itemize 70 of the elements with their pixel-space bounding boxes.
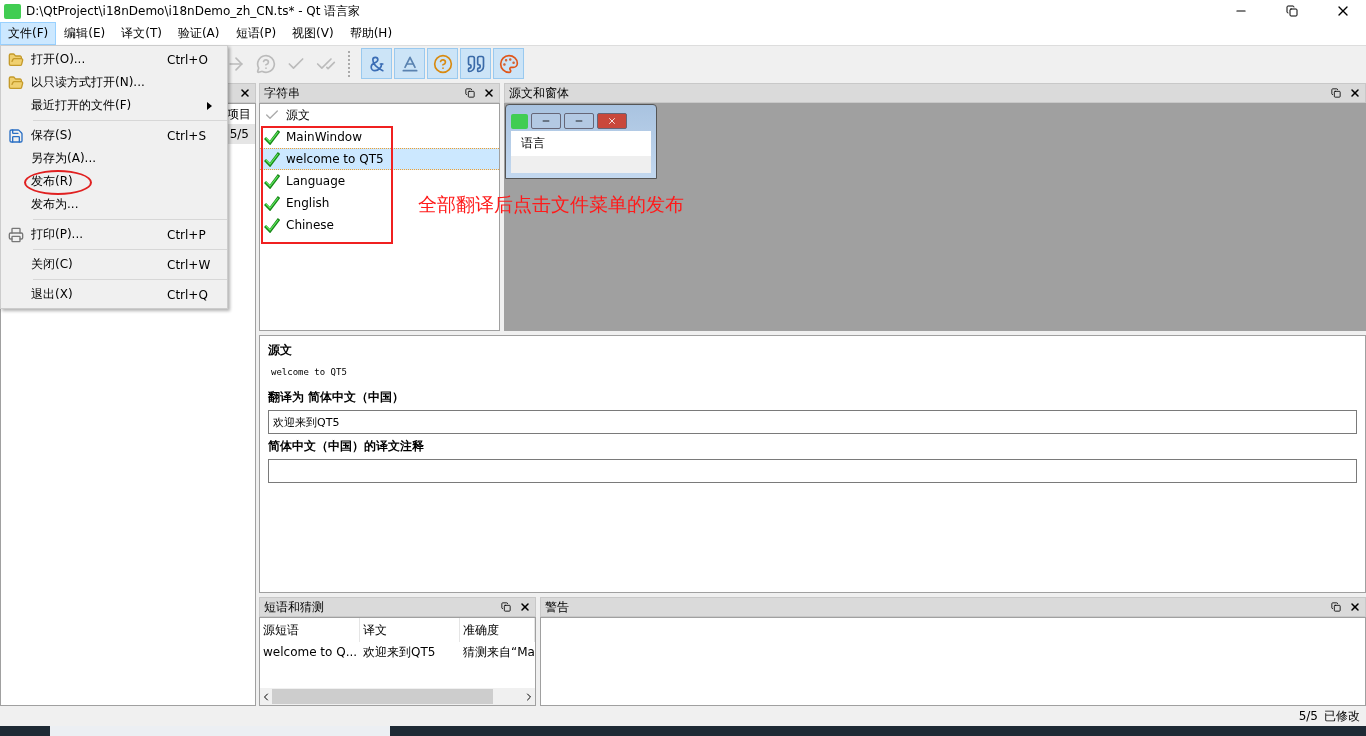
close-icon[interactable]: [239, 87, 251, 99]
close-icon: [607, 116, 617, 126]
menu-item[interactable]: 文件(F): [0, 22, 57, 45]
panel-title: 源文和窗体: [509, 84, 570, 102]
horizontal-scrollbar[interactable]: [260, 688, 535, 705]
menu-item[interactable]: 编辑(E): [56, 22, 114, 45]
section-label: 源文: [268, 342, 293, 359]
table-cell-text: welcome to Q...: [262, 644, 359, 661]
string-item[interactable]: Language: [286, 174, 346, 188]
text-baseline-toggle[interactable]: [394, 48, 425, 79]
menu-item[interactable]: 退出(X) Ctrl+Q: [1, 283, 227, 306]
menu-item[interactable]: 打开(O)... Ctrl+O: [1, 48, 227, 71]
menu-item[interactable]: 以只读方式打开(N)...: [1, 71, 227, 94]
quote-toggle[interactable]: [460, 48, 491, 79]
column-header: 源文: [286, 106, 310, 124]
menu-item[interactable]: 另存为(A)...: [1, 147, 227, 170]
menu-item[interactable]: 关闭(C) Ctrl+W: [1, 253, 227, 276]
window-title: D:\QtProject\i18nDemo\i18nDemo_zh_CN.ts* - Qt 语言家: [26, 2, 362, 20]
comment-field[interactable]: [268, 459, 1357, 483]
column-header: 项目: [227, 105, 251, 123]
section-label: 简体中文（中国）的译文注释: [268, 438, 425, 455]
float-icon[interactable]: [1331, 88, 1341, 98]
translation-field[interactable]: 欢迎来到QT5: [268, 410, 1357, 434]
menu-item[interactable]: 验证(A): [169, 22, 228, 45]
panel-title: 字符串: [264, 84, 301, 102]
column-header[interactable]: 译文: [360, 618, 460, 642]
menu-item[interactable]: 最近打开的文件(F): [1, 94, 227, 117]
qt-logo-icon: [511, 113, 528, 129]
menu-item[interactable]: 帮助(H): [341, 22, 401, 45]
menu-item[interactable]: 发布为...: [1, 193, 227, 216]
menu-item[interactable]: 保存(S) Ctrl+S: [1, 124, 227, 147]
source-text: welcome to QT5: [270, 366, 348, 379]
table-cell-text: 欢迎来到QT5: [362, 643, 437, 661]
string-item[interactable]: Chinese: [286, 218, 334, 232]
ampersand-toggle[interactable]: [361, 48, 392, 79]
printer-icon: [8, 226, 24, 243]
status-count: 5/5: [1298, 709, 1318, 723]
string-item[interactable]: MainWindow: [286, 130, 362, 144]
close-icon[interactable]: [519, 601, 531, 613]
close-icon[interactable]: [1349, 87, 1361, 99]
menu-item[interactable]: 视图(V): [284, 22, 342, 45]
menu-item[interactable]: 短语(P): [227, 22, 285, 45]
float-icon[interactable]: [1331, 602, 1341, 612]
float-icon[interactable]: [465, 88, 475, 98]
string-item[interactable]: English: [286, 196, 330, 210]
close-icon[interactable]: [1349, 601, 1361, 613]
panel-title: 警告: [545, 598, 570, 616]
palette-toggle[interactable]: [493, 48, 524, 79]
question-icon: [432, 53, 453, 74]
float-icon[interactable]: [501, 602, 511, 612]
section-label: 翻译为 简体中文（中国）: [268, 389, 406, 406]
status-text: 已修改: [1324, 707, 1360, 725]
close-icon[interactable]: [483, 87, 495, 99]
table-cell-text: 猜测来自“Ma: [462, 643, 535, 661]
column-header[interactable]: 准确度: [460, 618, 535, 642]
menu-item[interactable]: 打印(P)... Ctrl+P: [1, 223, 227, 246]
menu-item[interactable]: 译文(T): [113, 22, 170, 45]
menu-item[interactable]: 发布(R): [1, 170, 227, 193]
question-toggle[interactable]: [427, 48, 458, 79]
panel-title: 短语和猜测: [264, 598, 325, 616]
app-logo-icon: [4, 3, 21, 19]
folder-icon: [8, 51, 24, 68]
preview-label: 语言: [511, 131, 651, 156]
quote-icon: [465, 53, 486, 74]
restore-icon: [1286, 5, 1298, 17]
column-header[interactable]: 源短语: [260, 618, 360, 642]
folder-icon: [8, 74, 24, 91]
palette-icon: [498, 53, 519, 74]
save-icon: [8, 127, 24, 144]
submenu-arrow-icon: [207, 101, 213, 110]
